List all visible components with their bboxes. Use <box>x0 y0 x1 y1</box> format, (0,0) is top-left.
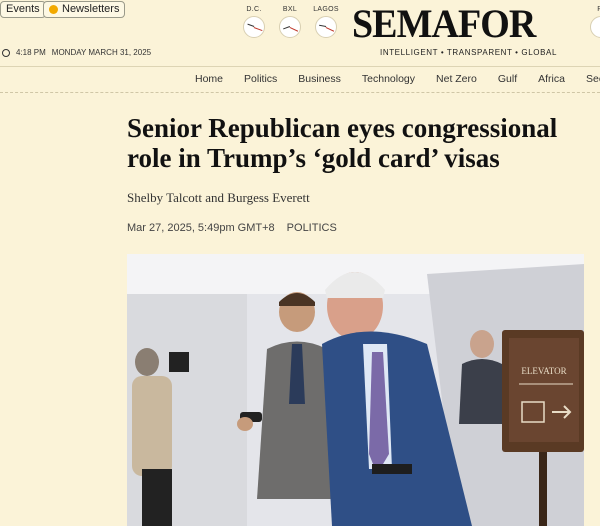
nav-item-business[interactable]: Business <box>298 73 341 85</box>
newsletters-label: Newsletters <box>62 3 120 15</box>
clock-label: BXL <box>282 6 298 13</box>
elevator-sign-text: ELEVATOR <box>521 366 566 376</box>
clock-icon <box>279 16 301 38</box>
clock-icon <box>590 16 600 38</box>
article-section[interactable]: POLITICS <box>287 222 337 234</box>
article-meta: Mar 27, 2025, 5:49pm GMT+8 POLITICS <box>127 222 337 234</box>
nav-item-home[interactable]: Home <box>195 73 223 85</box>
clock-bxl: BXL <box>275 6 305 38</box>
newsletters-link[interactable]: Newsletters <box>43 1 126 18</box>
nav-item-politics[interactable]: Politics <box>244 73 277 85</box>
clock-label: LAGOS <box>313 6 339 13</box>
article-byline[interactable]: Shelby Talcott and Burgess Everett <box>127 190 310 206</box>
clock-lagos: LAGOS <box>311 6 341 38</box>
globe-icon[interactable] <box>2 48 10 57</box>
events-link[interactable]: Events <box>0 1 46 18</box>
nav-item-gulf[interactable]: Gulf <box>498 73 517 85</box>
nav-item-africa[interactable]: Africa <box>538 73 565 85</box>
clock-icon <box>243 16 265 38</box>
clock-ri: RI <box>586 6 600 38</box>
nav-item-technology[interactable]: Technology <box>362 73 415 85</box>
clock-label: RI <box>586 6 600 13</box>
tagline: INTELLIGENT • TRANSPARENT • GLOBAL <box>380 48 558 57</box>
clock-label: D.C. <box>246 6 262 13</box>
article-date: Mar 27, 2025, 5:49pm GMT+8 <box>127 222 275 234</box>
article-photo: ELEVATOR <box>127 254 584 526</box>
newsletter-dot-icon <box>49 5 58 14</box>
timebar: 4:18 PM MONDAY MARCH 31, 2025 <box>2 48 151 57</box>
main-nav: Home Politics Business Technology Net Ze… <box>195 73 600 85</box>
article-headline: Senior Republican eyes congressional rol… <box>127 113 558 173</box>
clock-dc: D.C. <box>239 6 269 38</box>
current-date: MONDAY MARCH 31, 2025 <box>51 48 152 57</box>
divider <box>0 92 600 93</box>
semafor-logo[interactable]: SEMAFOR <box>352 0 536 47</box>
divider <box>0 66 600 67</box>
nav-item-net-zero[interactable]: Net Zero <box>436 73 477 85</box>
clock-icon <box>315 16 337 38</box>
nav-item-security[interactable]: Security <box>586 73 600 85</box>
current-time: 4:18 PM <box>16 48 46 57</box>
